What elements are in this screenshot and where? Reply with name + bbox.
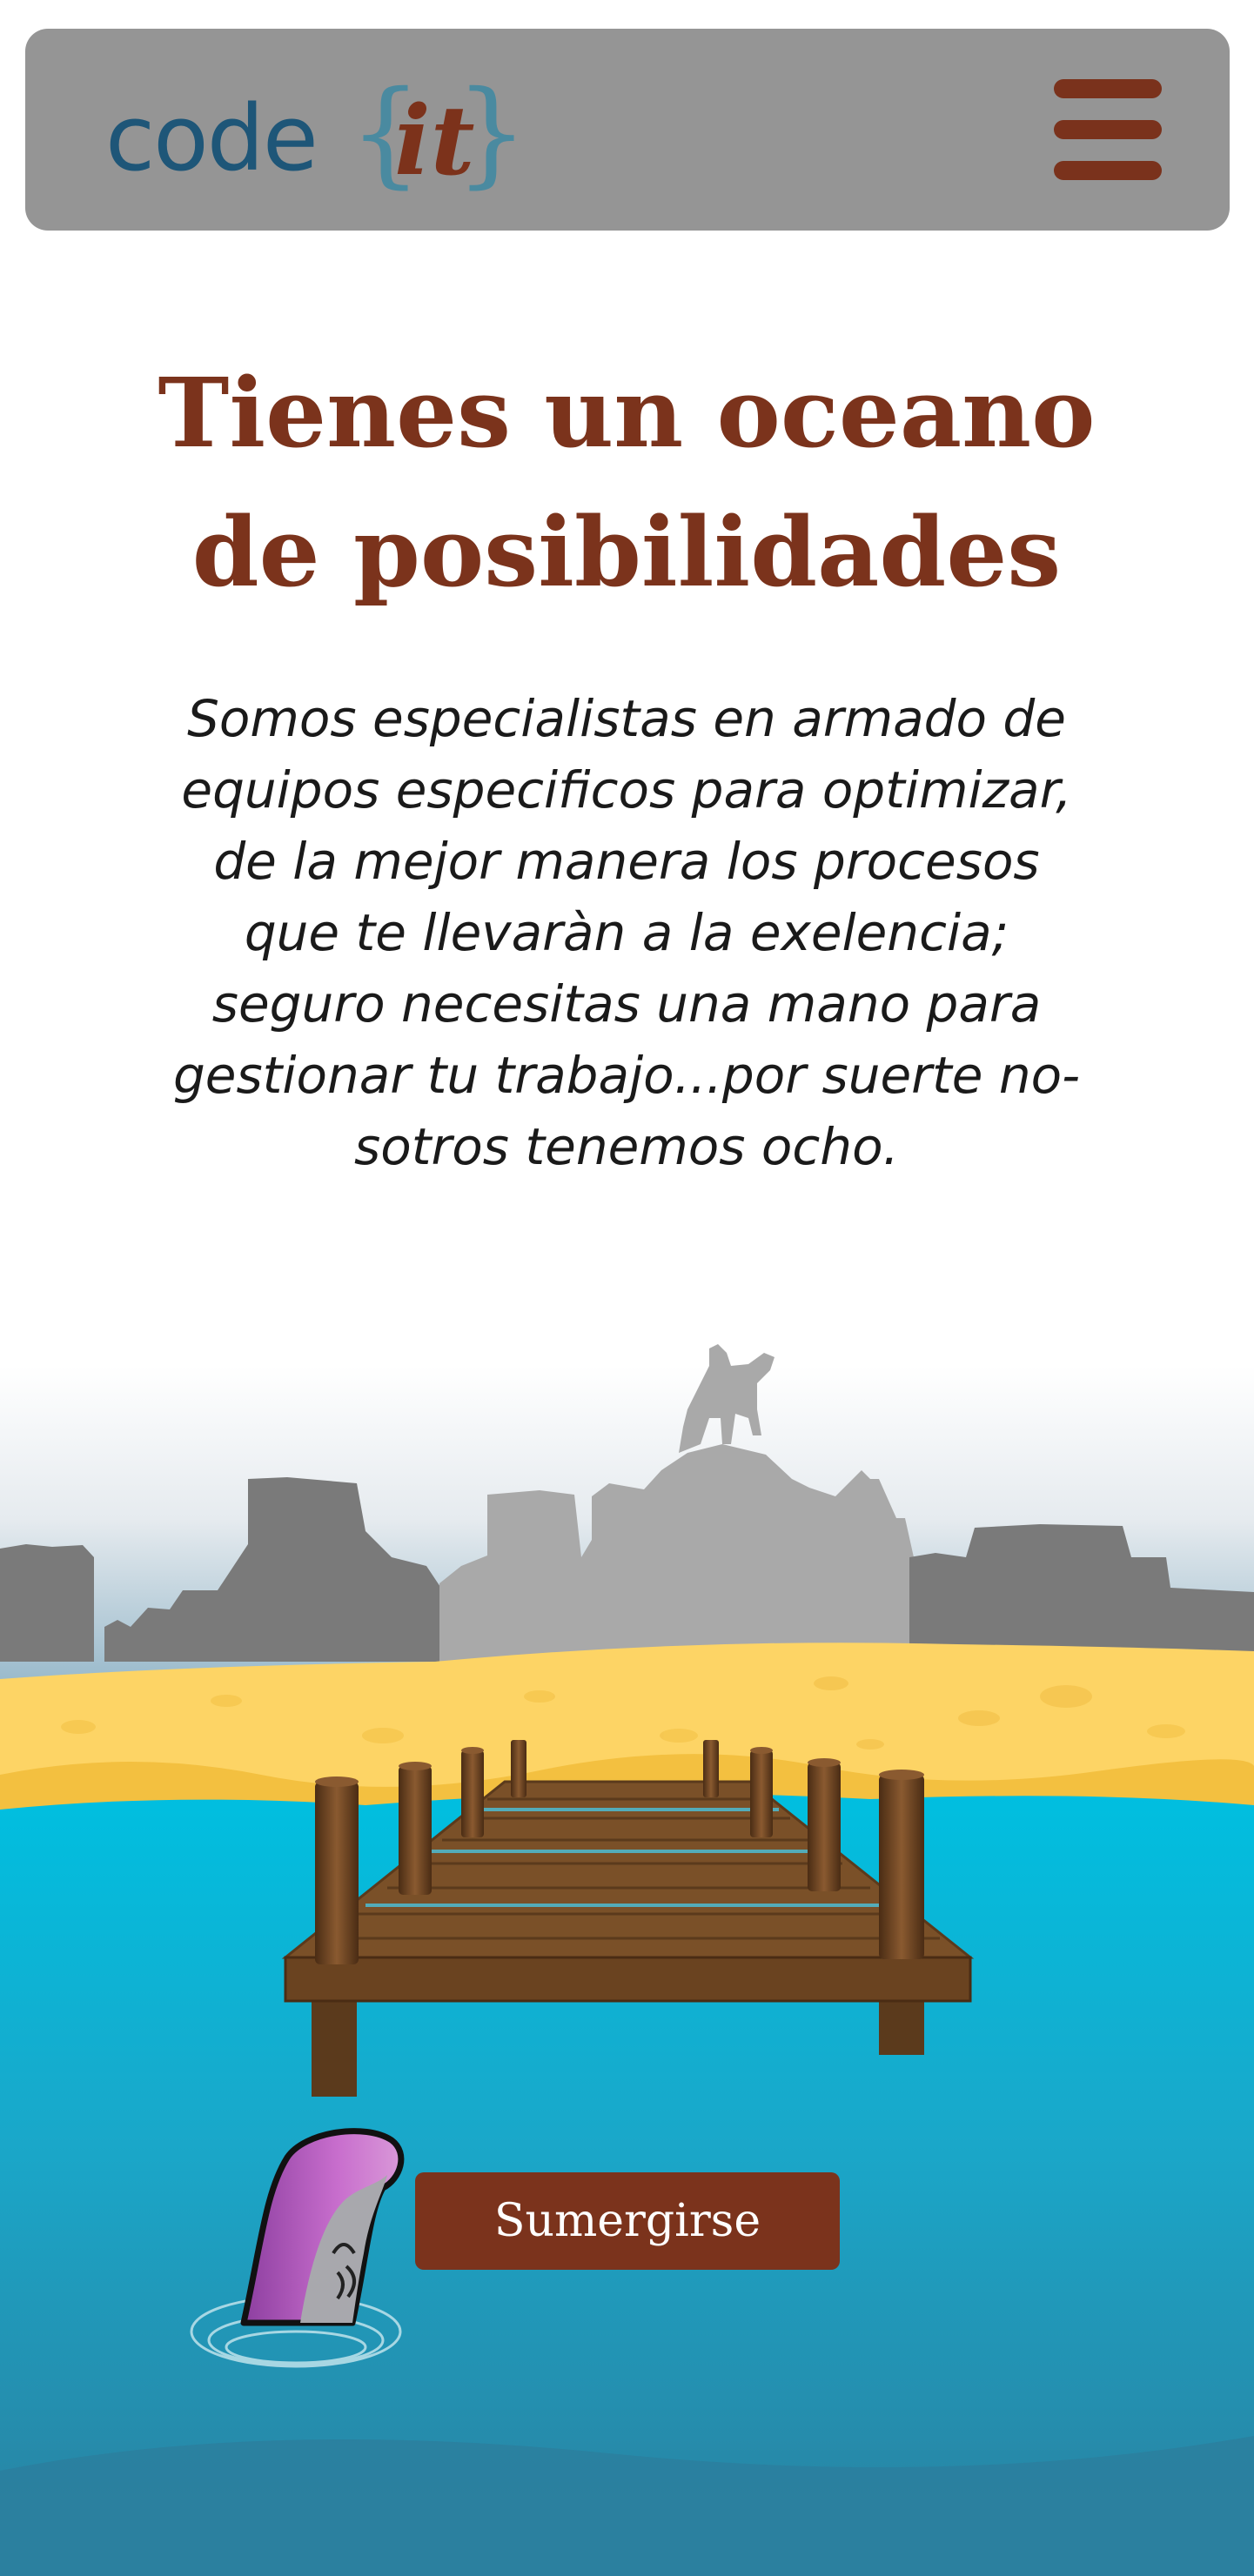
logo-word: code	[105, 85, 319, 191]
hero-text-line: Somos especialistas en armado de	[187, 689, 1066, 748]
logo[interactable]: code { it }	[79, 67, 528, 191]
hamburger-menu-icon[interactable]	[1052, 74, 1165, 185]
hero-text-line: seguro necesitas una mano para	[211, 974, 1042, 1034]
hero-description: Somos especialistas en armado de equipos…	[83, 683, 1170, 1182]
ocean-scene-illustration	[0, 1344, 1254, 2576]
hero-text-line: equipos especificos para optimizar,	[181, 760, 1072, 820]
hero-text-line: sotros tenemos ocho.	[354, 1117, 899, 1176]
navbar: code { it }	[25, 29, 1230, 231]
hero-text-line: de la mejor manera los procesos	[213, 832, 1040, 891]
sumergirse-button[interactable]: Sumergirse	[415, 2172, 840, 2270]
hero-title-line: Tienes un oceano	[158, 357, 1096, 469]
hero-title: Tienes un oceano de posibilidades	[52, 344, 1201, 622]
hero-text-line: gestionar tu trabajo...por suerte no-	[172, 1046, 1081, 1105]
logo-close-brace: }	[455, 66, 528, 200]
hero-title-line: de posibilidades	[191, 496, 1062, 608]
hero-text-line: que te llevaràn a la exelencia;	[244, 903, 1009, 962]
